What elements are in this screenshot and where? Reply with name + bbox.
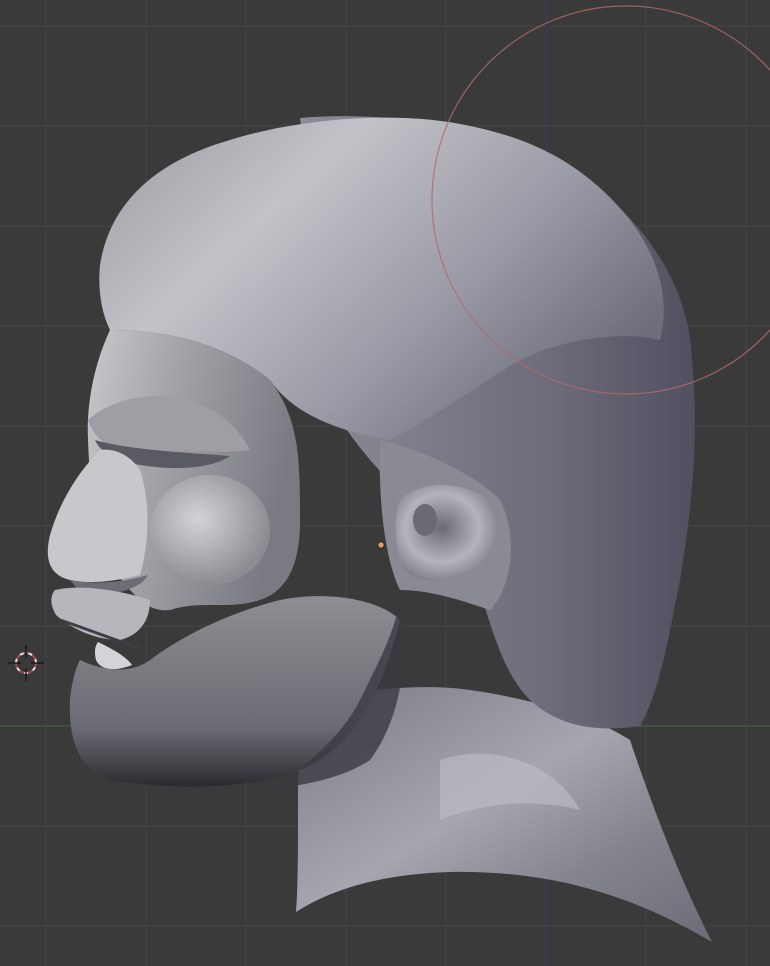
upper-lip: [51, 587, 150, 640]
nose: [47, 449, 148, 583]
object-origin-dot[interactable]: [377, 541, 385, 549]
3d-cursor-icon[interactable]: [8, 645, 44, 681]
sculpted-head-mesh[interactable]: [47, 116, 712, 942]
lower-lip: [94, 642, 132, 670]
3d-viewport[interactable]: [0, 0, 770, 966]
cheek: [150, 475, 270, 585]
viewport-canvas[interactable]: [0, 0, 770, 966]
ear-canal: [413, 504, 437, 536]
